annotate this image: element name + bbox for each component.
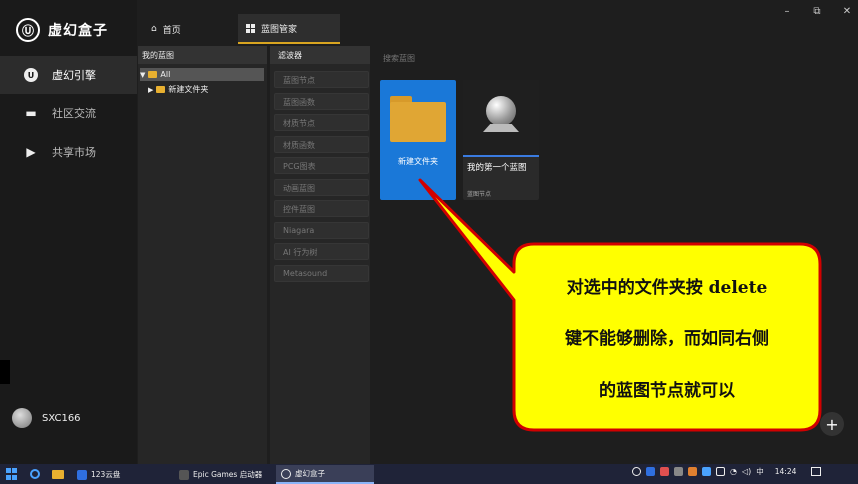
nav-item-label: 虚幻引擎 — [52, 69, 96, 82]
taskbar-app-label: 虚幻盒子 — [295, 469, 325, 478]
tab-home[interactable]: ⌂ 首页 — [143, 14, 233, 44]
filter-item[interactable]: AI 行为树 — [274, 243, 369, 260]
tray-cloud-icon[interactable] — [646, 467, 655, 476]
minimize-button[interactable]: – — [781, 6, 793, 17]
search-input[interactable] — [383, 54, 583, 63]
callout-line: 的蓝图节点就可以 — [599, 380, 735, 401]
blueprint-card-type: 蓝图节点 — [467, 191, 492, 198]
card-accent-line — [463, 155, 539, 157]
filter-item[interactable]: 材质函数 — [274, 136, 369, 153]
tray-app-icon[interactable] — [632, 467, 641, 476]
app-window: Ⓤ 虚幻盒子 U 虚幻引擎 ▬ 社区交流 ▶ 共享市场 SXC166 ⌂ 首页 … — [0, 0, 858, 464]
filter-panel: 滤波器 蓝图节点 蓝图函数 材质节点 材质函数 PCG图表 动画蓝图 控件蓝图 … — [270, 46, 370, 464]
callout-text: 对选中的文件夹按 delete 键不能够删除，而如同右侧 的蓝图节点就可以 — [514, 244, 820, 430]
filter-item[interactable]: 动画蓝图 — [274, 179, 369, 196]
volume-icon[interactable]: ◁) — [742, 467, 751, 476]
app-icon — [77, 469, 87, 480]
filter-item[interactable]: 蓝图函数 — [274, 93, 369, 110]
input-method-indicator[interactable]: 中 — [756, 466, 764, 477]
blueprint-card[interactable]: 我的第一个蓝图 蓝图节点 — [463, 80, 539, 200]
home-icon: ⌂ — [151, 24, 157, 34]
user-name: SXC166 — [42, 412, 81, 424]
network-icon[interactable]: ◔ — [730, 467, 737, 476]
callout-line: 对选中的文件夹按 delete — [566, 278, 768, 299]
search-icon[interactable] — [30, 469, 40, 479]
taskbar-app-epic[interactable]: Epic Games 启动器 — [174, 465, 274, 484]
filter-item[interactable]: 蓝图节点 — [274, 71, 369, 88]
expand-down-icon[interactable]: ▼ — [140, 71, 145, 79]
restore-button[interactable]: ⧉ — [811, 6, 823, 17]
app-icon — [281, 468, 291, 479]
folder-icon — [156, 86, 166, 93]
folder-icon — [390, 96, 446, 142]
top-bar: ⌂ 首页 蓝图管家 – ⧉ ✕ — [137, 0, 858, 44]
user-profile[interactable]: SXC166 — [12, 408, 81, 428]
grid-icon — [246, 23, 255, 33]
tab-label: 蓝图管家 — [261, 24, 298, 35]
taskbar-app-ue-box[interactable]: 虚幻盒子 — [276, 465, 374, 484]
blueprint-thumbnail — [463, 80, 539, 156]
tray-app-icon[interactable] — [660, 467, 669, 476]
folder-card[interactable]: 新建文件夹 — [380, 80, 456, 200]
chat-icon: ▬ — [25, 106, 37, 120]
nav-item-label: 社区交流 — [52, 107, 96, 120]
play-icon: ▶ — [26, 145, 36, 159]
nav-item-label: 共享市场 — [52, 146, 96, 159]
tab-blueprint-manager[interactable]: 蓝图管家 — [238, 14, 340, 44]
left-nav: Ⓤ 虚幻盒子 U 虚幻引擎 ▬ 社区交流 ▶ 共享市场 SXC166 — [0, 0, 137, 464]
clock-time[interactable]: 14:24 — [775, 467, 797, 476]
unreal-icon: U — [24, 68, 38, 82]
add-button[interactable]: + — [820, 412, 844, 436]
taskbar-app-123pan[interactable]: 123云盘 — [72, 465, 172, 484]
tree-item-label: 新建文件夹 — [168, 85, 209, 94]
expand-right-icon[interactable]: ▶ — [148, 86, 153, 94]
stand-icon — [483, 124, 519, 132]
taskbar-app-label: 123云盘 — [91, 470, 121, 479]
taskbar: 123云盘 Epic Games 启动器 虚幻盒子 ◔ ◁) 中 14:24 — [0, 464, 858, 484]
brand: Ⓤ 虚幻盒子 — [16, 18, 108, 42]
callout-line: 键不能够删除，而如同右侧 — [565, 329, 769, 350]
system-tray: ◔ ◁) 中 14:24 — [632, 466, 822, 477]
tree-item-all[interactable]: ▼ All — [140, 68, 264, 81]
tray-app-icon[interactable] — [702, 467, 711, 476]
folder-card-label: 新建文件夹 — [398, 157, 438, 166]
close-button[interactable]: ✕ — [841, 6, 853, 17]
nav-item-unreal[interactable]: U 虚幻引擎 — [0, 56, 137, 94]
side-handle[interactable] — [0, 360, 10, 384]
nav-item-market[interactable]: ▶ 共享市场 — [0, 133, 137, 171]
taskbar-app-label: Epic Games 启动器 — [193, 470, 263, 479]
file-explorer-icon[interactable] — [52, 470, 64, 479]
blueprint-tree-panel: 我的蓝图 ▼ All ▶ 新建文件夹 — [138, 46, 267, 464]
sphere-icon — [486, 96, 516, 126]
tree-item-label: All — [160, 70, 171, 79]
blueprint-card-label: 我的第一个蓝图 — [467, 163, 527, 173]
brand-logo-icon: Ⓤ — [16, 18, 40, 42]
folder-icon — [148, 71, 158, 78]
tab-label: 首页 — [162, 25, 181, 36]
filter-item[interactable]: Metasound — [274, 265, 369, 282]
filter-item[interactable]: Niagara — [274, 222, 369, 239]
tree-item-new-folder[interactable]: ▶ 新建文件夹 — [148, 83, 208, 96]
tree-panel-title: 我的蓝图 — [138, 46, 267, 64]
app-icon — [179, 469, 189, 480]
tray-app-icon[interactable] — [716, 467, 725, 476]
tray-app-icon[interactable] — [674, 467, 683, 476]
filter-item[interactable]: 控件蓝图 — [274, 200, 369, 217]
nav-item-community[interactable]: ▬ 社区交流 — [0, 94, 137, 132]
windows-start-icon[interactable] — [6, 468, 18, 480]
avatar — [12, 408, 32, 428]
filter-item[interactable]: PCG图表 — [274, 157, 369, 174]
notification-icon[interactable] — [811, 467, 822, 476]
filter-item[interactable]: 材质节点 — [274, 114, 369, 131]
brand-name: 虚幻盒子 — [48, 23, 108, 39]
filter-panel-title: 滤波器 — [270, 46, 370, 64]
tray-app-icon[interactable] — [688, 467, 697, 476]
